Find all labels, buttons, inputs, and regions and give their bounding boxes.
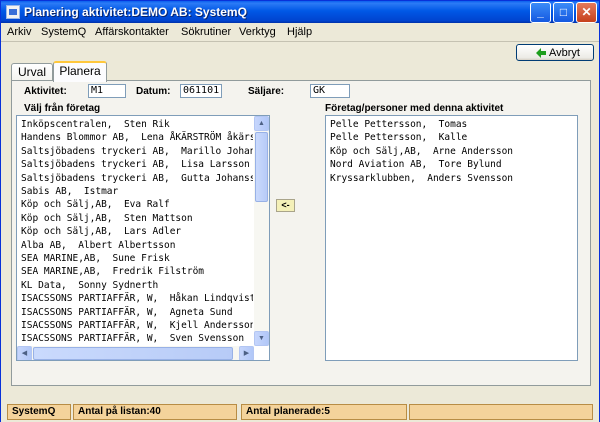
menu-affarskontakter[interactable]: Affärskontakter <box>95 26 169 38</box>
tab-planera[interactable]: Planera <box>53 61 107 82</box>
status-list-count: Antal på listan:40 <box>73 404 237 420</box>
company-list-item[interactable]: ISACSSONS PARTIAFFÄR, W, Håkan Lindqvist <box>21 292 253 305</box>
company-list-item[interactable]: Köp och Sälj,AB, Sten Mattson <box>21 212 253 225</box>
aktivitet-label: Aktivitet: <box>24 86 67 97</box>
company-list-item[interactable]: Sabis AB, Istmar <box>21 185 253 198</box>
app-icon <box>6 5 20 19</box>
company-list-item[interactable]: SEA MARINE,AB, Fredrik Filström <box>21 265 253 278</box>
saljare-field[interactable]: GK <box>310 84 350 98</box>
right-list-heading: Företag/personer med denna aktivitet <box>325 103 504 114</box>
planned-list-item[interactable]: Pelle Pettersson, Tomas <box>330 118 575 131</box>
planned-list-item[interactable]: Nord Aviation AB, Tore Bylund <box>330 158 575 171</box>
window-title: Planering aktivitet:DEMO AB: SystemQ <box>24 5 247 19</box>
menu-systemq[interactable]: SystemQ <box>41 26 86 38</box>
menu-arkiv[interactable]: Arkiv <box>7 26 31 38</box>
planned-list-item[interactable]: Köp och Sälj,AB, Arne Andersson <box>330 145 575 158</box>
company-list-item[interactable]: ISACSSONS PARTIAFFÄR, W, Agneta Sund <box>21 306 253 319</box>
scroll-up-arrow-icon[interactable]: ▲ <box>254 116 269 131</box>
menu-verktyg[interactable]: Verktyg <box>239 26 276 38</box>
company-list-item[interactable]: ISACSSONS PARTIAFFÄR, W, Sven Svensson <box>21 332 253 345</box>
vscroll-thumb[interactable] <box>255 132 268 202</box>
saljare-label: Säljare: <box>248 86 285 97</box>
close-button[interactable]: ✕ <box>576 2 597 23</box>
company-list-item[interactable]: Saltsjöbadens tryckeri AB, Lisa Larsson <box>21 158 253 171</box>
status-bar: SystemQ Antal på listan:40 Antal planera… <box>1 401 599 422</box>
company-list-item[interactable]: Inköpscentralen, Sten Rik <box>21 118 253 131</box>
company-list-item[interactable]: SEA MARINE,AB, Sune Frisk <box>21 252 253 265</box>
tab-urval[interactable]: Urval <box>11 63 53 81</box>
company-list-item[interactable]: Alba AB, Albert Albertsson <box>21 239 253 252</box>
menu-bar: Arkiv SystemQ Affärskontakter Sökrutiner… <box>1 23 599 42</box>
move-to-planned-button[interactable]: <- <box>276 199 295 212</box>
left-list-heading: Välj från företag <box>24 103 101 114</box>
menu-hjalp[interactable]: Hjälp <box>287 26 312 38</box>
company-list-hscrollbar[interactable]: ◀ ▶ <box>17 346 254 360</box>
company-list[interactable]: Inköpscentralen, Sten Rik Handens Blommor… <box>16 115 270 361</box>
cancel-button-label: Avbryt <box>549 47 580 59</box>
company-list-item[interactable]: Köp och Sälj,AB, Eva Ralf <box>21 198 253 211</box>
company-list-item[interactable]: Köp och Sälj,AB, Lars Adler <box>21 225 253 238</box>
status-planned-count: Antal planerade:5 <box>241 404 407 420</box>
cancel-button[interactable]: Avbryt <box>516 44 594 61</box>
datum-label: Datum: <box>136 86 171 97</box>
datum-field[interactable]: 061101 <box>180 84 222 98</box>
menu-sokrutiner[interactable]: Sökrutiner <box>181 26 231 38</box>
planera-panel: Aktivitet: M1 Datum: 061101 Säljare: GK … <box>11 80 591 386</box>
app-window: Planering aktivitet:DEMO AB: SystemQ _ □… <box>0 0 600 422</box>
aktivitet-field[interactable]: M1 <box>88 84 126 98</box>
company-list-item[interactable]: KL Data, Sonny Sydnerth <box>21 279 253 292</box>
company-list-item[interactable]: Handens Blommor AB, Lena ÅKÄRSTRÖM åkärs… <box>21 131 253 144</box>
company-list-item[interactable]: Saltsjöbadens tryckeri AB, Marillo Johan… <box>21 145 253 158</box>
scroll-right-arrow-icon[interactable]: ▶ <box>239 346 254 360</box>
hscroll-thumb[interactable] <box>33 347 233 360</box>
status-app: SystemQ <box>7 404 71 420</box>
scroll-left-arrow-icon[interactable]: ◀ <box>17 346 32 360</box>
planned-list-item[interactable]: Pelle Pettersson, Kalle <box>330 131 575 144</box>
planned-list[interactable]: Pelle Pettersson, Tomas Pelle Pettersson,… <box>325 115 578 361</box>
company-list-item[interactable]: Saltsjöbadens tryckeri AB, Gutta Johanss… <box>21 172 253 185</box>
scroll-down-arrow-icon[interactable]: ▼ <box>254 331 269 346</box>
status-extra <box>409 404 593 420</box>
maximize-button[interactable]: □ <box>553 2 574 23</box>
planned-list-item[interactable]: Kryssarklubben, Anders Svensson <box>330 172 575 185</box>
company-list-item[interactable]: ISACSSONS PARTIAFFÄR, W, Kjell Andersson <box>21 319 253 332</box>
minimize-button[interactable]: _ <box>530 2 551 23</box>
back-arrow-icon <box>536 48 546 58</box>
company-list-vscrollbar[interactable]: ▲ ▼ <box>254 116 269 346</box>
title-bar[interactable]: Planering aktivitet:DEMO AB: SystemQ _ □… <box>1 1 599 23</box>
